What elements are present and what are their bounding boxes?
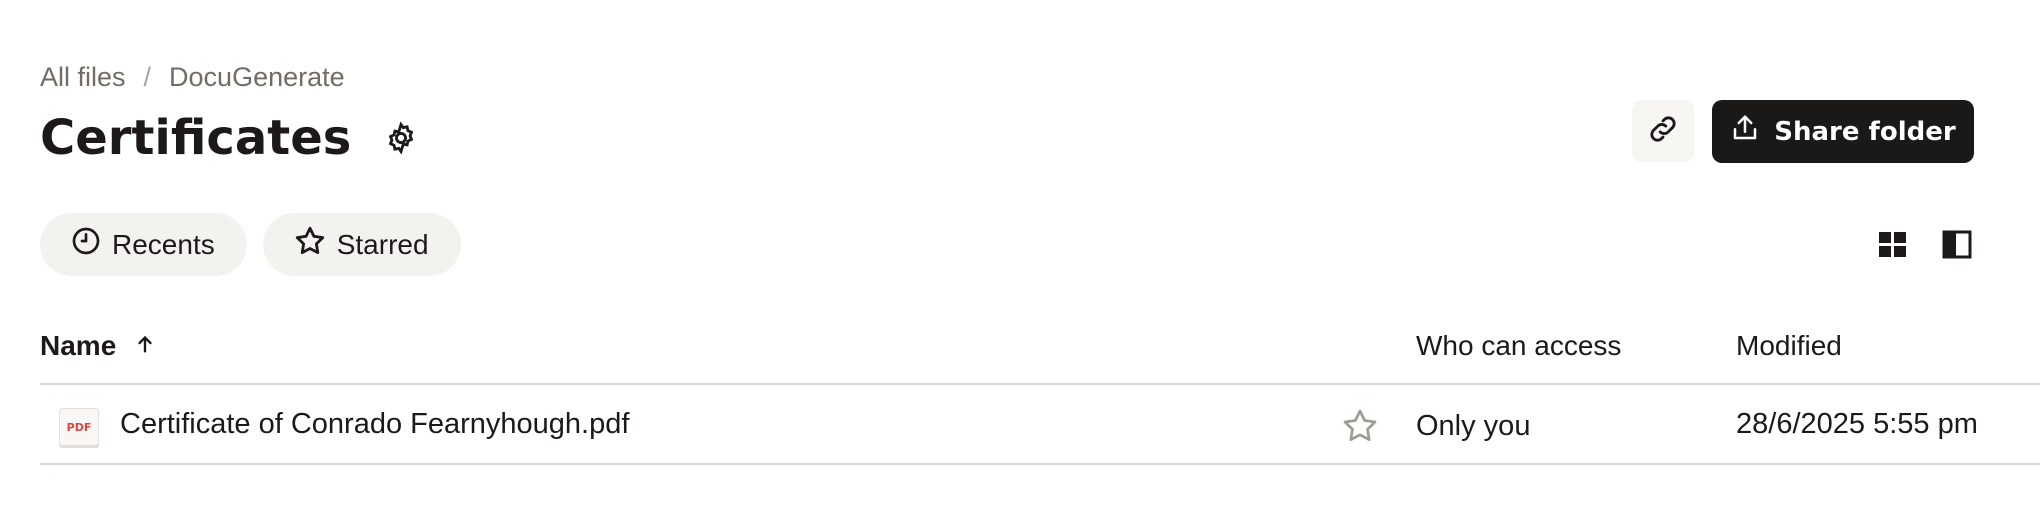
- breadcrumb: All files / DocuGenerate: [40, 62, 345, 93]
- file-name[interactable]: Certificate of Conrado Fearnyhough.pdf: [120, 408, 629, 441]
- pdf-file-icon: PDF: [59, 408, 99, 446]
- title-row: Certificates: [40, 110, 421, 166]
- row-divider: [40, 463, 2040, 465]
- side-panel-icon[interactable]: [1942, 230, 1972, 260]
- share-folder-button[interactable]: Share folder: [1712, 100, 1974, 163]
- breadcrumb-all-files[interactable]: All files: [40, 62, 126, 93]
- recents-label: Recents: [112, 228, 215, 260]
- column-name-label: Name: [40, 330, 117, 361]
- link-icon: [1646, 112, 1680, 150]
- gear-icon[interactable]: [381, 118, 421, 158]
- starred-chip[interactable]: Starred: [262, 213, 461, 276]
- filter-chips: Recents Starred: [40, 213, 461, 276]
- column-header-access[interactable]: Who can access: [1416, 330, 1621, 362]
- column-header-modified[interactable]: Modified: [1736, 330, 1842, 362]
- grid-view-icon[interactable]: [1877, 230, 1909, 260]
- clock-icon: [70, 225, 102, 264]
- share-icon: [1730, 113, 1760, 150]
- table-row[interactable]: PDF Certificate of Conrado Fearnyhough.p…: [40, 386, 2040, 464]
- page-title: Certificates: [40, 110, 352, 166]
- header-divider: [40, 383, 2040, 385]
- breadcrumb-current-folder[interactable]: DocuGenerate: [169, 62, 345, 93]
- access-value: Only you: [1416, 410, 1531, 442]
- star-toggle-icon[interactable]: [1340, 406, 1380, 446]
- recents-chip[interactable]: Recents: [40, 213, 247, 276]
- star-icon: [293, 224, 327, 265]
- modified-value: 28/6/2025 5:55 pm: [1736, 408, 1978, 440]
- table-header: Name Who can access Modified: [40, 330, 2040, 384]
- share-folder-label: Share folder: [1774, 116, 1956, 147]
- column-header-name[interactable]: Name: [40, 330, 156, 362]
- starred-label: Starred: [336, 228, 429, 260]
- sort-ascending-icon: [134, 330, 156, 362]
- breadcrumb-separator: /: [143, 62, 152, 92]
- copy-link-button[interactable]: [1632, 100, 1694, 162]
